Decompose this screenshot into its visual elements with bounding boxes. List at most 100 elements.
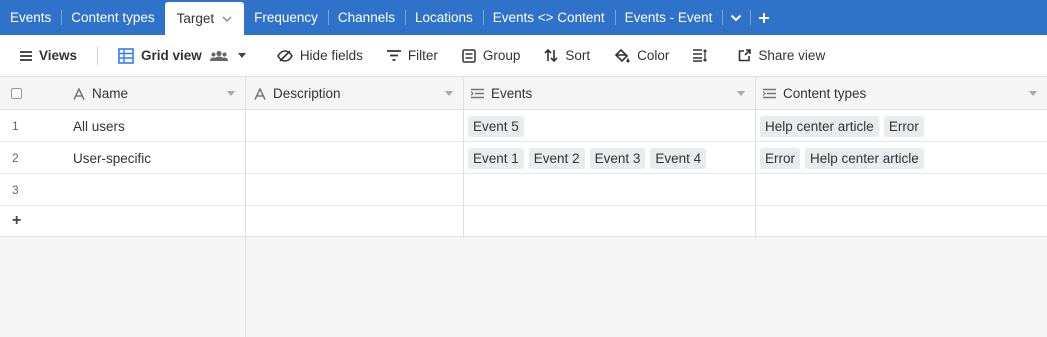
table-row[interactable]: Event 5 Help center article Error: [246, 110, 1047, 142]
group-button[interactable]: Group: [462, 48, 520, 63]
view-toolbar: Views Grid view Hide fields Filter Group…: [0, 35, 1047, 77]
eye-slash-icon: [276, 49, 293, 62]
caret-down-icon[interactable]: [445, 91, 453, 96]
table-row[interactable]: 2 User-specific: [0, 142, 245, 174]
name-cell[interactable]: User-specific: [73, 151, 151, 166]
name-cell[interactable]: All users: [73, 119, 125, 134]
views-label: Views: [39, 48, 78, 63]
tab-content-types[interactable]: Content types: [61, 0, 164, 35]
tab-label: Events <> Content: [492, 10, 605, 25]
toolbar-divider: [97, 46, 99, 65]
column-header-label: Content types: [763, 86, 866, 101]
content-types-cell[interactable]: Help center article Error: [760, 110, 1047, 142]
tab-events-event[interactable]: Events - Event: [614, 0, 723, 35]
tab-events-content[interactable]: Events <> Content: [482, 0, 615, 35]
column-name-label: Name: [92, 86, 129, 101]
linked-record-pill[interactable]: Event 4: [650, 147, 707, 169]
tab-label: Locations: [414, 10, 473, 25]
filter-button[interactable]: Filter: [386, 48, 438, 63]
linked-record-pill[interactable]: Event 3: [589, 147, 646, 169]
view-name: Grid view: [141, 48, 202, 63]
events-cell[interactable]: Event 5: [468, 110, 755, 142]
linked-record-pill[interactable]: Event 5: [468, 115, 524, 137]
text-field-icon: [254, 87, 266, 100]
linked-record-pill[interactable]: Event 2: [528, 147, 585, 169]
header-name[interactable]: Name: [0, 77, 245, 110]
caret-down-icon[interactable]: [737, 91, 745, 96]
chevron-down-icon: [731, 14, 742, 21]
text-field-icon: [73, 87, 85, 100]
column-header-label: Events: [471, 86, 532, 101]
grid-icon: [118, 47, 134, 64]
content-types-cell[interactable]: Error Help center article: [760, 142, 1047, 174]
column-content-types-label: Content types: [783, 86, 867, 101]
scroll-pane: Description Events Content types Event 5: [246, 77, 1047, 337]
column-divider: [755, 77, 756, 238]
column-description-label: Description: [273, 86, 341, 101]
hide-fields-button[interactable]: Hide fields: [276, 48, 363, 63]
filter-icon: [386, 50, 401, 61]
add-row-button[interactable]: +: [0, 206, 245, 237]
tab-frequency[interactable]: Frequency: [244, 0, 328, 35]
header-events[interactable]: Events: [463, 77, 755, 110]
tab-label: Content types: [71, 10, 155, 25]
people-icon: [209, 50, 228, 61]
linked-record-pill[interactable]: Help center article: [805, 147, 924, 169]
filter-label: Filter: [407, 48, 438, 63]
table-row[interactable]: [246, 174, 1047, 206]
column-divider: [463, 77, 464, 238]
sort-label: Sort: [565, 48, 591, 63]
linked-record-pill[interactable]: Event 1: [468, 147, 524, 169]
share-icon: [739, 49, 752, 62]
chevron-down-icon[interactable]: [222, 16, 232, 22]
description-cell[interactable]: [246, 110, 463, 142]
color-button[interactable]: Color: [614, 48, 669, 63]
caret-down-icon[interactable]: [1029, 91, 1037, 96]
row-number: 1: [12, 119, 19, 133]
linked-record-icon: [471, 88, 484, 99]
frozen-pane: Name 1 All users 2 User-specific 3 +: [0, 77, 246, 337]
sort-button[interactable]: Sort: [544, 48, 590, 63]
description-cell[interactable]: [246, 174, 463, 206]
content-types-cell[interactable]: [760, 174, 1047, 206]
tab-label: Events - Event: [624, 10, 713, 25]
linked-record-pill[interactable]: Help center article: [760, 115, 879, 137]
plus-icon: [759, 12, 770, 23]
tab-label: Channels: [337, 10, 395, 25]
tab-locations[interactable]: Locations: [404, 0, 483, 35]
select-all-checkbox[interactable]: [11, 88, 22, 99]
tab-events[interactable]: Events: [0, 0, 61, 35]
sort-icon: [544, 49, 558, 62]
group-icon: [462, 48, 476, 63]
data-grid: Name 1 All users 2 User-specific 3 + Des…: [0, 77, 1047, 337]
table-row[interactable]: 3: [0, 174, 245, 206]
header-content-types[interactable]: Content types: [755, 77, 1047, 110]
tab-channels[interactable]: Channels: [327, 0, 405, 35]
add-row-area[interactable]: [246, 206, 1047, 237]
paint-bucket-icon: [615, 48, 630, 62]
caret-down-icon[interactable]: [227, 91, 235, 96]
more-tabs-button[interactable]: [722, 0, 750, 35]
tab-label: Frequency: [254, 10, 318, 25]
share-view-button[interactable]: Share view: [738, 48, 825, 63]
views-button[interactable]: Views: [20, 48, 77, 63]
table-row[interactable]: 1 All users: [0, 110, 245, 142]
add-table-button[interactable]: [750, 0, 778, 35]
description-cell[interactable]: [246, 142, 463, 174]
table-tab-bar: Events Content types Target Frequency Ch…: [0, 0, 1047, 35]
linked-record-pill[interactable]: Error: [760, 147, 800, 169]
color-label: Color: [637, 48, 670, 63]
table-row[interactable]: Event 1 Event 2 Event 3 Event 4 Error He…: [246, 142, 1047, 174]
tab-target[interactable]: Target: [164, 2, 245, 35]
events-cell[interactable]: Event 1 Event 2 Event 3 Event 4: [468, 142, 755, 174]
linked-record-pill[interactable]: Error: [883, 115, 924, 137]
events-cell[interactable]: [468, 174, 755, 206]
row-number: 2: [12, 151, 19, 165]
linked-record-icon: [763, 88, 776, 99]
row-number: 3: [12, 183, 19, 197]
row-height-button[interactable]: [693, 49, 714, 62]
grid-view-switcher[interactable]: Grid view: [118, 47, 253, 64]
header-description[interactable]: Description: [246, 77, 463, 110]
share-view-label: Share view: [758, 48, 826, 63]
hide-fields-label: Hide fields: [299, 48, 363, 63]
